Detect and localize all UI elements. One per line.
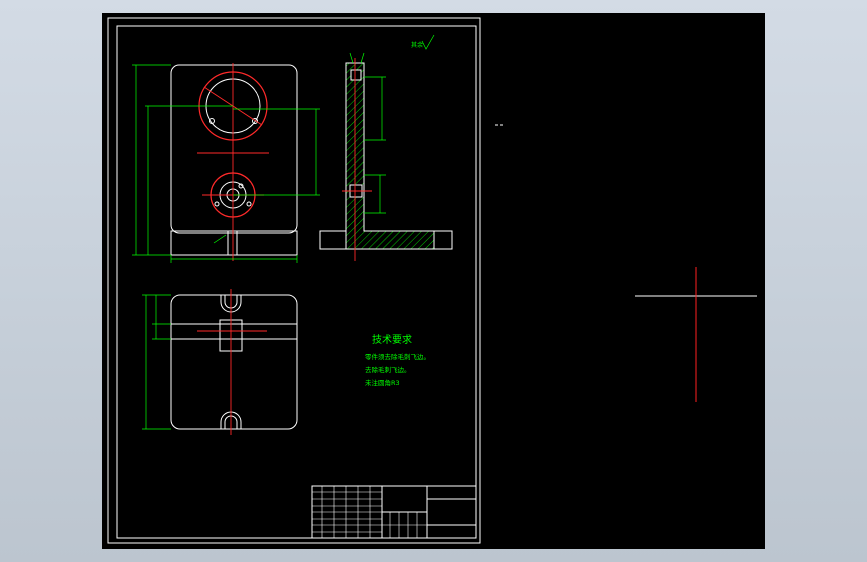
small-hole-left bbox=[214, 201, 220, 207]
surface-roughness-icon bbox=[421, 34, 435, 50]
drawing-viewport[interactable]: 技术要求 零件须去除毛刺飞边。 去除毛刺飞边。 未注圆角R3 其余 bbox=[102, 13, 765, 549]
side-section-body bbox=[345, 62, 435, 250]
small-hole-right bbox=[246, 201, 252, 207]
drawing-canvas[interactable]: 技术要求 零件须去除毛刺飞边。 去除毛刺飞边。 未注圆角R3 其余 bbox=[102, 13, 765, 549]
tech-req-item-3: 未注圆角R3 bbox=[365, 378, 400, 387]
crosshair-cursor-icon[interactable] bbox=[635, 267, 757, 402]
side-top-leader-right bbox=[360, 52, 365, 64]
surface-finish-note: 其余 bbox=[411, 41, 423, 49]
title-block[interactable] bbox=[311, 485, 477, 539]
side-top-leader-left bbox=[349, 52, 354, 64]
side-top-slot bbox=[350, 69, 362, 81]
front-view-base bbox=[170, 230, 298, 256]
tech-req-item-2: 去除毛刺飞边。 bbox=[365, 365, 411, 374]
tech-req-item-1: 零件须去除毛刺飞边。 bbox=[365, 352, 430, 361]
front-view[interactable] bbox=[132, 63, 320, 263]
side-section-view[interactable] bbox=[319, 52, 453, 261]
side-base-left bbox=[319, 230, 347, 250]
top-view[interactable] bbox=[142, 289, 298, 435]
sheet-outer-border bbox=[107, 17, 481, 544]
side-base-right bbox=[433, 230, 453, 250]
cad-application: 技术要求 零件须去除毛刺飞边。 去除毛刺飞边。 未注圆角R3 其余 bbox=[0, 0, 867, 562]
tech-req-title: 技术要求 bbox=[372, 333, 412, 346]
top-view-body bbox=[170, 294, 298, 430]
technical-requirements[interactable]: 技术要求 零件须去除毛刺飞边。 去除毛刺飞边。 未注圆角R3 bbox=[365, 333, 430, 387]
dim-slot-leader bbox=[213, 234, 227, 244]
